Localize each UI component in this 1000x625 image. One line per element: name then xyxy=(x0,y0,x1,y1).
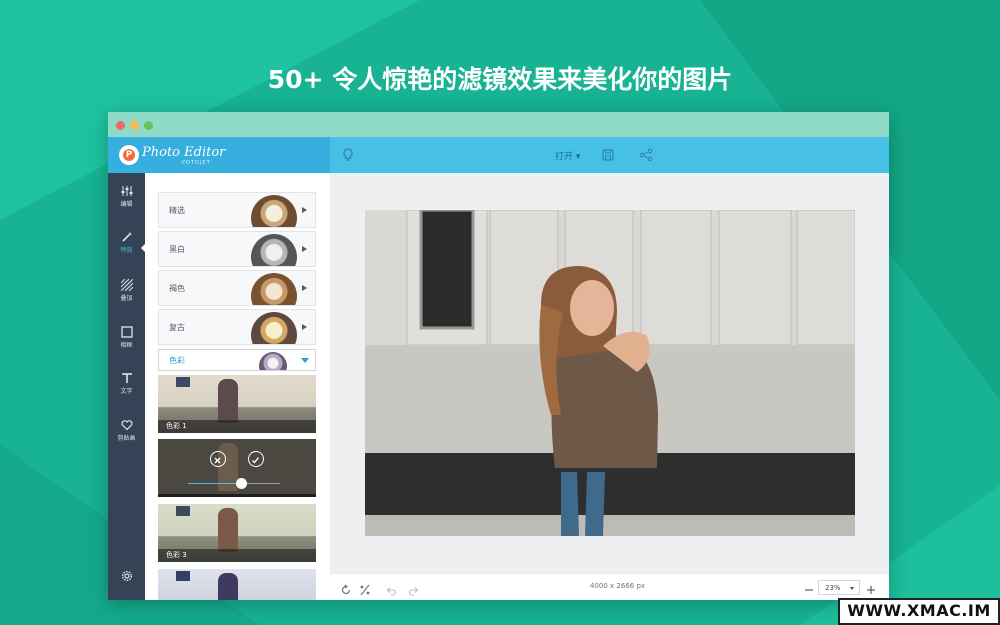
sidebar-item-label: 相框 xyxy=(120,342,133,349)
filter-category-featured[interactable]: 精选 xyxy=(158,192,316,228)
sidebar-item-label: 特效 xyxy=(120,247,133,254)
preset-window-shape xyxy=(176,506,190,516)
app-window: P Photo Editor POTOJET 打开 ▾ 编辑 特效 叠加 相框 … xyxy=(108,112,889,600)
redo-icon[interactable] xyxy=(408,581,420,600)
filter-category-label: 复古 xyxy=(169,323,185,332)
frame-icon xyxy=(120,326,133,338)
close-icon[interactable] xyxy=(210,451,226,467)
open-menu[interactable]: 打开 ▾ xyxy=(555,149,580,162)
sliders-icon xyxy=(121,186,132,196)
coffee-thumbnail xyxy=(259,352,287,370)
image-dimensions: 4000 x 2666 px xyxy=(590,582,646,590)
filter-panel: 精选 黑白 褐色 复古 色彩 色彩 1 色彩 3 xyxy=(145,173,330,600)
logo-badge: P xyxy=(119,145,139,165)
preset-figure-shape xyxy=(218,379,238,423)
sidebar-item-effects[interactable]: 特效 xyxy=(108,231,146,271)
coffee-thumbnail xyxy=(251,234,297,266)
settings-button[interactable] xyxy=(108,570,145,600)
sidebar-item-label: 文字 xyxy=(120,388,133,395)
sidebar-item-label: 叠加 xyxy=(120,295,133,302)
filter-preset[interactable]: 色彩 1 xyxy=(158,375,316,433)
filter-preset-active[interactable] xyxy=(158,439,316,497)
intensity-slider-handle[interactable] xyxy=(236,478,248,489)
sidebar-item-text[interactable]: 文字 xyxy=(108,372,145,412)
preset-window-shape xyxy=(176,571,190,581)
filter-category-label: 精选 xyxy=(169,206,185,215)
page-headline: 50+ 令人惊艳的滤镜效果来美化你的图片 xyxy=(267,65,733,94)
rotate-icon[interactable] xyxy=(340,581,352,600)
stripes-icon xyxy=(120,279,133,291)
undo-icon[interactable] xyxy=(385,581,397,600)
logo-title: Photo Editor xyxy=(142,145,226,160)
check-icon[interactable] xyxy=(248,451,264,467)
sidebar-item-frame[interactable]: 相框 xyxy=(108,326,145,366)
filter-preset[interactable] xyxy=(158,569,316,600)
sidebar-item-label: 编辑 xyxy=(120,201,133,208)
sidebar-item-overlay[interactable]: 叠加 xyxy=(108,279,145,319)
share-icon[interactable] xyxy=(638,147,654,163)
top-toolbar: P Photo Editor POTOJET 打开 ▾ xyxy=(108,137,889,173)
zoom-out-icon[interactable] xyxy=(804,580,814,599)
filter-category-sepia[interactable]: 褐色 xyxy=(158,270,316,306)
close-window-button[interactable] xyxy=(116,121,125,130)
filter-category-label: 褐色 xyxy=(169,284,185,293)
status-bar: 4000 x 2666 px 23% xyxy=(330,573,889,600)
preset-caption xyxy=(158,494,316,497)
sidebar-item-edit[interactable]: 编辑 xyxy=(108,185,145,225)
preset-figure-shape xyxy=(218,508,238,552)
lightbulb-icon[interactable] xyxy=(340,147,356,163)
filter-category-label: 黑白 xyxy=(169,245,185,254)
filter-category-black-white[interactable]: 黑白 xyxy=(158,231,316,267)
coffee-thumbnail xyxy=(251,312,297,344)
zoom-in-icon[interactable] xyxy=(866,580,876,599)
chevron-right-icon xyxy=(302,207,307,213)
intensity-slider-fill xyxy=(188,483,242,484)
coffee-thumbnail xyxy=(251,273,297,305)
chevron-down-icon xyxy=(850,587,854,590)
gear-icon xyxy=(121,570,132,582)
photo-preview[interactable] xyxy=(365,210,855,536)
magic-wand-icon xyxy=(122,232,132,242)
logo-subtitle: POTOJET xyxy=(182,160,211,166)
preset-caption: 色彩 1 xyxy=(158,420,316,433)
text-icon xyxy=(121,373,132,383)
chevron-right-icon xyxy=(302,246,307,252)
app-logo: P Photo Editor POTOJET xyxy=(108,137,330,173)
photo-face xyxy=(570,280,614,336)
maximize-window-button[interactable] xyxy=(144,121,153,130)
sidebar-item-clipart[interactable]: 剪贴画 xyxy=(108,419,145,459)
window-titlebar xyxy=(108,112,889,137)
minimize-window-button[interactable] xyxy=(130,121,139,130)
chevron-down-icon xyxy=(301,358,309,363)
preset-window-shape xyxy=(176,377,190,387)
image-canvas xyxy=(330,173,889,573)
chevron-right-icon xyxy=(302,324,307,330)
sidebar-item-label: 剪贴画 xyxy=(117,435,136,442)
save-icon[interactable] xyxy=(600,147,616,163)
coffee-thumbnail xyxy=(251,195,297,227)
chevron-right-icon xyxy=(302,285,307,291)
filter-category-vintage[interactable]: 复古 xyxy=(158,309,316,345)
zoom-value: 23% xyxy=(825,584,841,592)
preset-figure-shape xyxy=(218,573,238,600)
filter-preset[interactable]: 色彩 3 xyxy=(158,504,316,562)
watermark: WWW.XMAC.IM xyxy=(838,598,1000,625)
logo-letter: P xyxy=(123,149,135,161)
heart-icon xyxy=(120,420,133,431)
filter-category-select[interactable]: 色彩 xyxy=(158,349,316,371)
selected-category-label: 色彩 xyxy=(169,356,185,365)
zoom-select[interactable]: 23% xyxy=(818,580,860,595)
compare-icon[interactable] xyxy=(359,581,371,600)
preset-caption: 色彩 3 xyxy=(158,549,316,562)
tool-sidebar: 编辑 特效 叠加 相框 文字 剪贴画 xyxy=(108,173,146,600)
